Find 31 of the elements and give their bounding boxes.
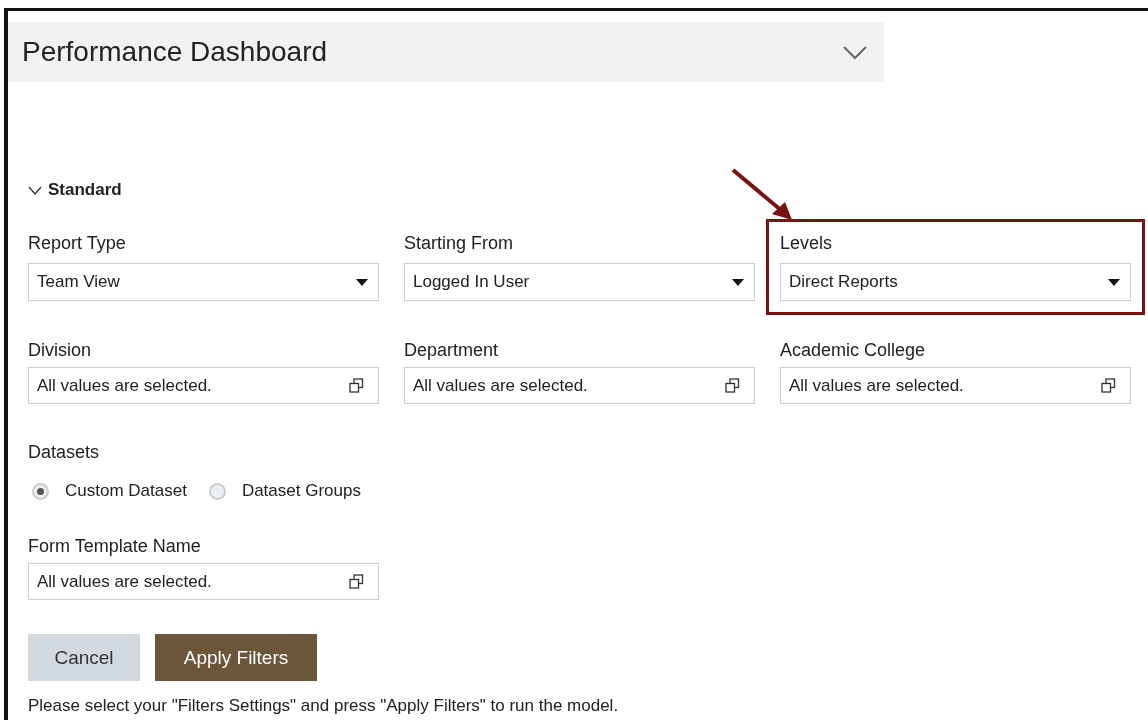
caret-icon <box>732 278 744 286</box>
chevron-icon[interactable] <box>28 185 42 195</box>
multi-select-field[interactable]: All values are selected. <box>28 563 379 600</box>
multi-select-field[interactable]: All values are selected. <box>28 367 379 404</box>
radio-option[interactable]: Dataset Groups <box>208 481 361 501</box>
field-label: Report Type <box>28 233 127 254</box>
field-label: Datasets <box>28 442 101 463</box>
popup-icon <box>725 378 740 393</box>
apply-button[interactable]: Apply Filters <box>155 634 317 681</box>
field-label: Form Template Name <box>28 536 202 557</box>
popup-icon <box>349 574 364 589</box>
dropdown[interactable]: Team View <box>28 263 379 301</box>
cancel-button[interactable]: Cancel <box>28 634 140 681</box>
dashboard-title: Performance Dashboard <box>22 36 328 68</box>
section-title: Standard <box>48 180 122 200</box>
field-label: Division <box>28 340 93 361</box>
field-label: Levels <box>780 233 834 254</box>
instruction-text: Please select your "Filters Settings" and press "Apply Filters" to run the model. <box>28 696 620 716</box>
popup-icon <box>1101 378 1116 393</box>
dropdown[interactable]: Direct Reports <box>780 263 1131 301</box>
multi-select-field[interactable]: All values are selected. <box>780 367 1131 404</box>
caret-icon <box>356 278 368 286</box>
radio-option[interactable]: Custom Dataset <box>32 481 187 501</box>
popup-icon <box>349 378 364 393</box>
dropdown[interactable]: Logged In User <box>404 263 755 301</box>
caret-icon <box>1108 278 1120 286</box>
field-label: Starting From <box>404 233 515 254</box>
multi-select-field[interactable]: All values are selected. <box>404 367 755 404</box>
header-bar[interactable]: Performance Dashboard <box>8 22 884 82</box>
field-label: Academic College <box>780 340 927 361</box>
field-label: Department <box>404 340 500 361</box>
